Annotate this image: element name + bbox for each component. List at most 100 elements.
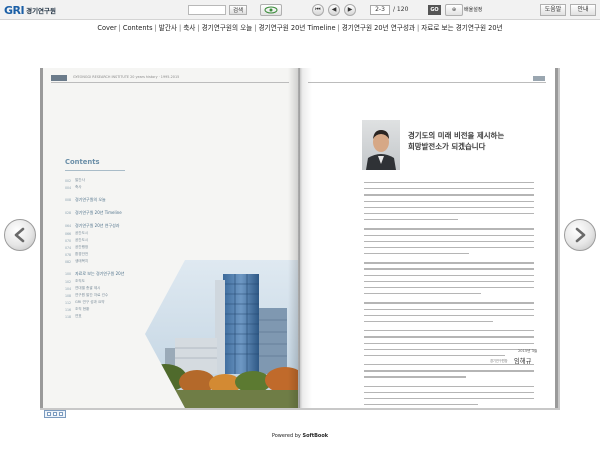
body-text-line: [364, 391, 534, 394]
prev-icon: ◀: [331, 6, 337, 13]
toc-item[interactable]: 008 경기연구원의 오늘: [65, 197, 165, 203]
portrait-photo: [362, 120, 400, 170]
toc-label: 자료로 보는 경기연구원 20년: [75, 271, 125, 276]
page-number-input[interactable]: 2-3: [370, 5, 390, 15]
next-page-arrow[interactable]: [564, 219, 596, 251]
body-text-line: [364, 262, 534, 264]
next-page-button[interactable]: ▶: [344, 4, 356, 16]
next-icon: ▶: [347, 6, 353, 13]
body-text-line: [364, 188, 534, 190]
toc-page-number: 074: [65, 245, 72, 250]
menu-separator: |: [416, 24, 420, 32]
zoom-button[interactable]: ⊕: [445, 4, 463, 16]
toc-label: 발간사: [75, 178, 85, 182]
body-text-line: [364, 354, 506, 357]
menu-separator: |: [179, 24, 182, 32]
menu-item-contents[interactable]: Contents: [123, 24, 153, 32]
prev-page-arrow[interactable]: [4, 219, 36, 251]
body-text-line: [364, 348, 534, 350]
first-page-button[interactable]: ⏮: [312, 4, 324, 16]
foreword-headline: 경기도의 미래 비전을 제시하는 희망발전소가 되겠습니다: [408, 130, 548, 152]
toc-label: 환경안전: [75, 252, 89, 256]
toc-title: Contents: [65, 158, 100, 166]
top-toolbar: GRI 경기연구원 검색 ⏮ ◀ ▶ ⏭ 2-3 / 120 GO ⊕ 배율설정…: [0, 0, 600, 20]
headline-line-1: 경기도의 미래 비전을 제시하는: [408, 131, 505, 140]
logo[interactable]: GRI 경기연구원: [4, 3, 56, 17]
toc-label: 연대별 총괄 제시: [75, 286, 101, 290]
toc-item[interactable]: 064 경기연구원 20년 연구성과: [65, 223, 165, 229]
go-button[interactable]: GO: [428, 5, 441, 15]
body-text-line: [364, 274, 534, 276]
prev-page-button[interactable]: ◀: [328, 4, 340, 16]
page-header-text: GYEONGGI RESEARCH INSTITUTE 20 years his…: [73, 75, 180, 79]
toc-page-number: 078: [65, 252, 72, 257]
toc-rule: [65, 170, 125, 171]
body-text-line: [364, 370, 534, 372]
chapter-menu: Cover | Contents | 발간사 | 축사 | 경기연구원의 오늘 | 경기연구원 20…: [0, 23, 600, 33]
body-text-line: [364, 182, 534, 184]
menu-item-cover[interactable]: Cover: [97, 24, 116, 32]
foreword-body: [364, 182, 534, 408]
toc-label: 조직도: [75, 279, 85, 283]
menu-separator: |: [154, 24, 157, 32]
arrow-right-icon: [575, 227, 586, 243]
toc-item[interactable]: 066 공간도시: [65, 231, 165, 236]
page-header-rule: [308, 82, 546, 83]
toc-label: 조직 현황: [75, 307, 90, 311]
thumbnail-toggle[interactable]: [44, 410, 66, 418]
body-text-line: [364, 336, 534, 338]
menu-separator: |: [254, 24, 257, 32]
body-text-line: [364, 314, 534, 317]
book-page-right[interactable]: 경기도의 미래 비전을 제시하는 희망발전소가 되겠습니다 2015년 3월 경…: [300, 68, 558, 408]
body-text-line: [364, 302, 534, 304]
toc-label: 연구원 발간 자료 건수: [75, 293, 109, 297]
toc-item[interactable]: 074 공간행정: [65, 245, 165, 250]
toc-item[interactable]: 070 공간도시: [65, 238, 165, 243]
menu-item-today[interactable]: 경기연구원의 오늘: [202, 24, 253, 32]
body-text-line: [364, 194, 534, 196]
page-header-tab: [533, 76, 545, 81]
body-text-line: [364, 330, 534, 332]
first-page-icon: ⏮: [315, 6, 321, 13]
book-page-left[interactable]: GYEONGGI RESEARCH INSTITUTE 20 years his…: [40, 68, 298, 408]
menu-item-timeline[interactable]: 경기연구원 20년 Timeline: [258, 24, 335, 32]
powered-by: Powered by SoftBook: [0, 433, 600, 439]
powered-prefix: Powered by: [271, 433, 301, 439]
body-text-line: [364, 320, 494, 323]
menu-item-foreword[interactable]: 발간사: [159, 24, 177, 32]
toc-page-number: 104: [65, 286, 72, 291]
toc-label: 경기연구원의 오늘: [75, 197, 106, 202]
toc-label: 생태복지: [75, 259, 89, 263]
toc-page-number: 112: [65, 300, 72, 305]
body-text-line: [364, 398, 534, 400]
toc-item[interactable]: 078 환경안전: [65, 252, 165, 257]
body-text-line: [364, 206, 534, 209]
view-mode-button[interactable]: [260, 4, 282, 16]
zoom-label: 배율설정: [464, 7, 483, 13]
toc-label: GRI 연구 성과 요약: [75, 300, 105, 304]
toc-page-number: 002: [65, 178, 72, 183]
toc-label: 공간도시: [75, 231, 89, 235]
building-photo: [145, 260, 298, 408]
search-input[interactable]: [188, 5, 226, 15]
info-button[interactable]: 안내: [570, 4, 596, 16]
signature-name: 임해규: [514, 358, 532, 365]
help-button[interactable]: 도움말: [540, 4, 566, 16]
toc-item[interactable]: 004 축사: [65, 185, 165, 190]
thumbnail-icon: [59, 412, 63, 416]
body-text-line: [364, 253, 470, 255]
menu-separator: |: [337, 24, 340, 32]
menu-item-data[interactable]: 자료로 보는 경기연구원 20년: [421, 24, 502, 32]
page-total: / 120: [393, 6, 409, 13]
toc-label: 축사: [75, 185, 82, 189]
menu-item-achievements[interactable]: 경기연구원 20년 연구성과: [342, 24, 415, 32]
body-text-line: [364, 385, 534, 387]
toc-item[interactable]: 028 경기연구원 20년 Timeline: [65, 210, 165, 216]
body-text-line: [364, 268, 534, 270]
body-text-line: [364, 240, 534, 242]
body-text-line: [364, 234, 534, 236]
toc-label: 공간행정: [75, 245, 89, 249]
menu-item-congratulations[interactable]: 축사: [183, 24, 195, 32]
toc-item[interactable]: 002 발간사: [65, 178, 165, 183]
search-button[interactable]: 검색: [229, 5, 247, 15]
